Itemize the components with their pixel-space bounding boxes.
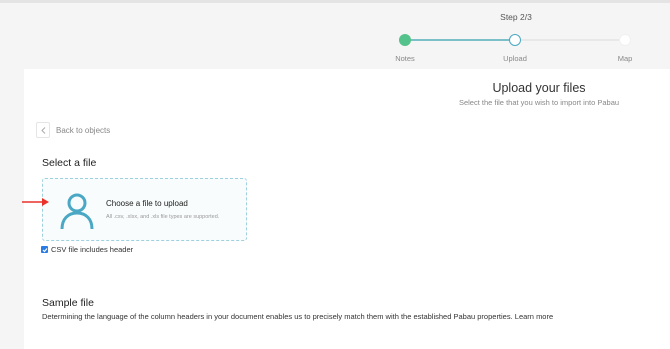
progress-stepper: Step 2/3 Notes Upload Map xyxy=(0,3,670,69)
dropzone-hint: All .csv, .xlsx, and .xls file types are… xyxy=(106,214,220,220)
step-map-dot[interactable] xyxy=(619,34,631,46)
chevron-left-icon[interactable] xyxy=(36,122,50,138)
page-title: Upload your files xyxy=(492,81,586,95)
annotation-arrow-icon xyxy=(22,198,49,206)
sample-file-description: Determining the language of the column h… xyxy=(42,312,553,321)
select-file-title: Select a file xyxy=(42,157,97,169)
step-notes-dot[interactable] xyxy=(399,34,411,46)
csv-header-label[interactable]: CSV file includes header xyxy=(51,245,133,254)
page-subtitle: Select the file that you wish to import … xyxy=(458,98,620,107)
step-map-label: Map xyxy=(617,54,633,63)
back-to-objects-link[interactable]: Back to objects xyxy=(36,122,110,138)
stepper-track-pending xyxy=(515,39,625,41)
step-upload-dot[interactable] xyxy=(509,34,521,46)
sample-file-title: Sample file xyxy=(42,297,94,309)
dropzone-title: Choose a file to upload xyxy=(106,199,188,208)
upload-card: Upload your files Select the file that y… xyxy=(24,69,670,349)
step-upload-label: Upload xyxy=(503,54,527,63)
csv-header-checkbox[interactable] xyxy=(41,246,48,253)
user-icon xyxy=(60,193,94,230)
file-dropzone[interactable]: Choose a file to upload All .csv, .xlsx,… xyxy=(42,178,247,241)
stepper-track-completed xyxy=(405,39,515,41)
step-counter: Step 2/3 xyxy=(500,12,532,22)
sample-file-text: Determining the language of the column h… xyxy=(42,312,513,321)
csv-header-option[interactable]: CSV file includes header xyxy=(41,245,133,254)
back-link-label[interactable]: Back to objects xyxy=(56,126,110,135)
step-notes-label: Notes xyxy=(395,54,415,63)
learn-more-link[interactable]: Learn more xyxy=(515,312,553,321)
